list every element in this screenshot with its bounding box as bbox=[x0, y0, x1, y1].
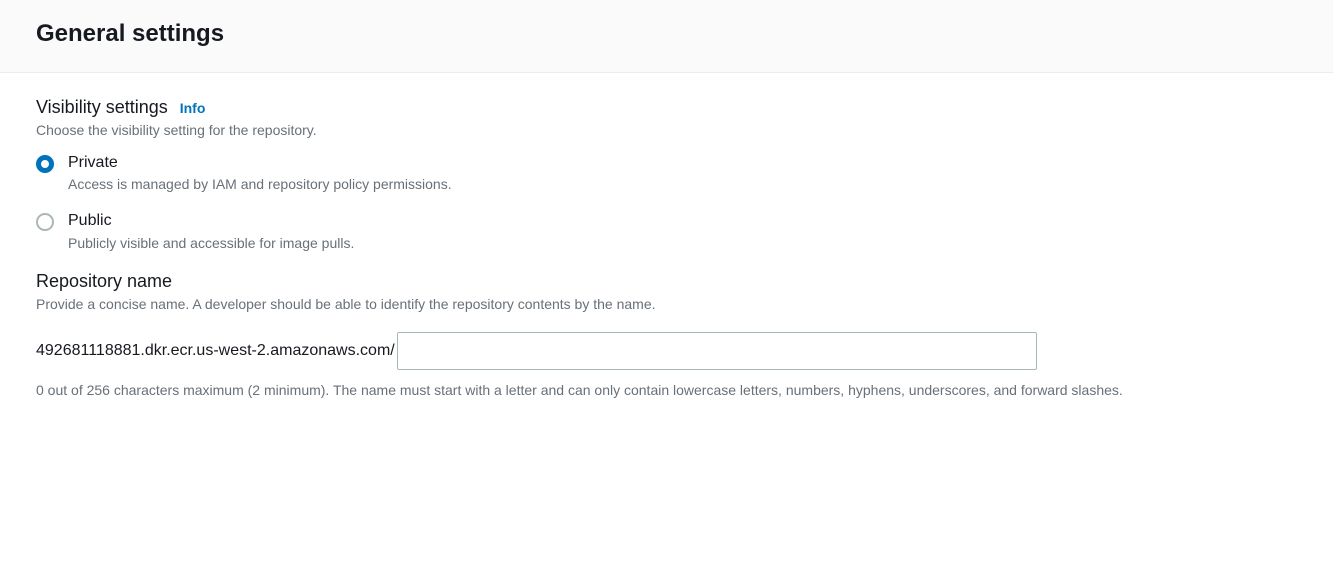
visibility-label: Visibility settings bbox=[36, 97, 168, 118]
page-title: General settings bbox=[36, 20, 1297, 48]
visibility-header-row: Visibility settings Info bbox=[36, 97, 1297, 118]
repository-name-hint: 0 out of 256 characters maximum (2 minim… bbox=[36, 380, 1266, 401]
visibility-option-public[interactable]: Public Publicly visible and accessible f… bbox=[36, 210, 1297, 250]
radio-icon bbox=[36, 213, 54, 231]
radio-text: Private Access is managed by IAM and rep… bbox=[68, 152, 452, 192]
repository-name-label: Repository name bbox=[36, 271, 1297, 292]
radio-text: Public Publicly visible and accessible f… bbox=[68, 210, 354, 250]
repository-name-input[interactable] bbox=[397, 332, 1037, 370]
visibility-description: Choose the visibility setting for the re… bbox=[36, 122, 1297, 138]
radio-label: Public bbox=[68, 210, 354, 232]
content-area: Visibility settings Info Choose the visi… bbox=[0, 73, 1333, 425]
repository-name-section: Repository name Provide a concise name. … bbox=[36, 271, 1297, 401]
repository-name-input-row: 492681118881.dkr.ecr.us-west-2.amazonaws… bbox=[36, 332, 1297, 370]
radio-description: Publicly visible and accessible for imag… bbox=[68, 235, 354, 251]
repository-name-description: Provide a concise name. A developer shou… bbox=[36, 296, 1297, 312]
radio-description: Access is managed by IAM and repository … bbox=[68, 176, 452, 192]
visibility-info-link[interactable]: Info bbox=[180, 100, 206, 116]
radio-icon bbox=[36, 155, 54, 173]
visibility-option-private[interactable]: Private Access is managed by IAM and rep… bbox=[36, 152, 1297, 192]
radio-label: Private bbox=[68, 152, 452, 174]
header-bar: General settings bbox=[0, 0, 1333, 73]
visibility-radio-group: Private Access is managed by IAM and rep… bbox=[36, 152, 1297, 251]
repository-name-prefix: 492681118881.dkr.ecr.us-west-2.amazonaws… bbox=[36, 342, 397, 360]
